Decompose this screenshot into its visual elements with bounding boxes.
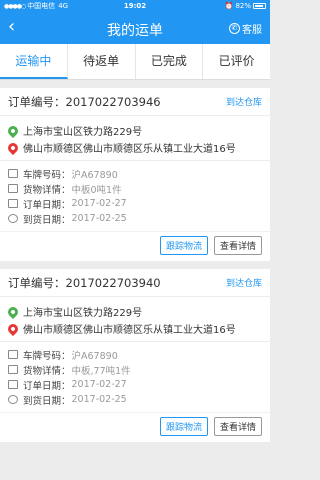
order-date-value: 2017-02-27 <box>71 198 127 209</box>
track-logistics-button[interactable]: 跟踪物流 <box>159 236 208 255</box>
destination-row: 佛山市顺德区佛山市顺德区乐从镇工业大道16号 <box>5 139 262 156</box>
order-route: 上海市宝山区铁力路229号 佛山市顺德区佛山市顺德区乐从镇工业大道16号 <box>0 116 270 161</box>
origin-address: 上海市宝山区铁力路229号 <box>23 308 143 319</box>
box-icon <box>8 184 18 193</box>
plate-row: 车牌号码： 沪A67890 <box>8 166 262 181</box>
clock-icon <box>8 214 18 223</box>
order-number: 订单编号：2017022703940 <box>8 275 161 290</box>
destination-address: 佛山市顺德区佛山市顺德区乐从镇工业大道16号 <box>23 325 236 336</box>
tab-in-transit[interactable]: 运输中 <box>0 44 68 79</box>
arrival-date-row: 到货日期： 2017-02-25 <box>8 392 262 407</box>
view-details-button[interactable]: 查看详情 <box>213 417 262 436</box>
destination-pin-icon <box>5 140 21 155</box>
track-logistics-button[interactable]: 跟踪物流 <box>159 417 208 436</box>
order-card-header: 订单编号：2017022703940 到达仓库 <box>0 269 270 297</box>
arrival-date-row: 到货日期： 2017-02-25 <box>8 211 262 226</box>
status-bar: ●●●●○ 中国电信 4G 19:02 ⏰ 82% <box>0 0 270 12</box>
truck-icon <box>8 169 18 178</box>
battery-icon <box>253 3 266 9</box>
box-icon <box>8 365 18 374</box>
plate-label: 车牌号码： <box>23 169 71 181</box>
view-details-button[interactable]: 查看详情 <box>213 236 262 255</box>
plate-label: 车牌号码： <box>23 350 71 362</box>
plate-row: 车牌号码： 沪A67890 <box>8 347 262 362</box>
truck-icon <box>8 350 18 359</box>
tab-reviewed[interactable]: 已评价 <box>203 44 270 79</box>
calendar-icon <box>8 380 18 389</box>
destination-row: 佛山市顺德区佛山市顺德区乐从镇工业大道16号 <box>5 320 262 337</box>
order-date-row: 订单日期： 2017-02-27 <box>8 377 262 392</box>
goods-label: 货物详情： <box>23 365 71 377</box>
order-date-row: 订单日期： 2017-02-27 <box>8 196 262 211</box>
app-header: ●●●●○ 中国电信 4G 19:02 ⏰ 82% ‹ 我的运单 ✆ 客服 <box>0 0 270 44</box>
origin-pin-icon <box>5 304 21 319</box>
plate-value: 沪A67890 <box>71 169 118 181</box>
order-tabs: 运输中 待返单 已完成 已评价 <box>0 44 270 80</box>
order-card: 订单编号：2017022703946 到达仓库 上海市宝山区铁力路229号 佛山… <box>0 88 270 261</box>
goods-row: 货物详情： 中板0吨1件 <box>8 181 262 196</box>
arrival-date-value: 2017-02-25 <box>71 213 127 224</box>
order-details: 车牌号码： 沪A67890 货物详情： 中板0吨1件 订单日期： 2017-02… <box>0 161 270 228</box>
goods-row: 货物详情： 中板,77吨1件 <box>8 362 262 377</box>
origin-row: 上海市宝山区铁力路229号 <box>5 303 262 320</box>
order-actions: 跟踪物流 查看详情 <box>0 412 270 442</box>
calendar-icon <box>8 199 18 208</box>
arrive-warehouse-link[interactable]: 到达仓库 <box>226 95 262 108</box>
customer-service-label: 客服 <box>242 25 262 36</box>
order-card-header: 订单编号：2017022703946 到达仓库 <box>0 88 270 116</box>
arrive-warehouse-link[interactable]: 到达仓库 <box>226 276 262 289</box>
goods-value: 中板0吨1件 <box>71 184 122 196</box>
phone-icon: ✆ <box>229 23 240 34</box>
order-date-label: 订单日期： <box>23 199 71 211</box>
goods-value: 中板,77吨1件 <box>71 365 131 377</box>
order-actions: 跟踪物流 查看详情 <box>0 231 270 261</box>
clock: 19:02 <box>123 2 147 10</box>
clock-icon <box>8 395 18 404</box>
tab-pending-return[interactable]: 待返单 <box>68 44 136 79</box>
order-details: 车牌号码： 沪A67890 货物详情： 中板,77吨1件 订单日期： 2017-… <box>0 342 270 409</box>
destination-pin-icon <box>5 321 21 336</box>
customer-service-button[interactable]: ✆ 客服 <box>229 21 262 36</box>
order-date-label: 订单日期： <box>23 380 71 392</box>
order-number: 订单编号：2017022703946 <box>8 94 161 109</box>
origin-row: 上海市宝山区铁力路229号 <box>5 122 262 139</box>
arrival-date-label: 到货日期： <box>23 214 71 226</box>
arrival-date-label: 到货日期： <box>23 395 71 407</box>
tab-completed[interactable]: 已完成 <box>136 44 204 79</box>
order-card: 订单编号：2017022703940 到达仓库 上海市宝山区铁力路229号 佛山… <box>0 269 270 442</box>
plate-value: 沪A67890 <box>71 350 118 362</box>
destination-address: 佛山市顺德区佛山市顺德区乐从镇工业大道16号 <box>23 144 236 155</box>
order-route: 上海市宝山区铁力路229号 佛山市顺德区佛山市顺德区乐从镇工业大道16号 <box>0 297 270 342</box>
order-date-value: 2017-02-27 <box>71 379 127 390</box>
arrival-date-value: 2017-02-25 <box>71 394 127 405</box>
origin-pin-icon <box>5 123 21 138</box>
goods-label: 货物详情： <box>23 184 71 196</box>
nav-bar: ‹ 我的运单 ✆ 客服 <box>0 12 270 44</box>
origin-address: 上海市宝山区铁力路229号 <box>23 127 143 138</box>
